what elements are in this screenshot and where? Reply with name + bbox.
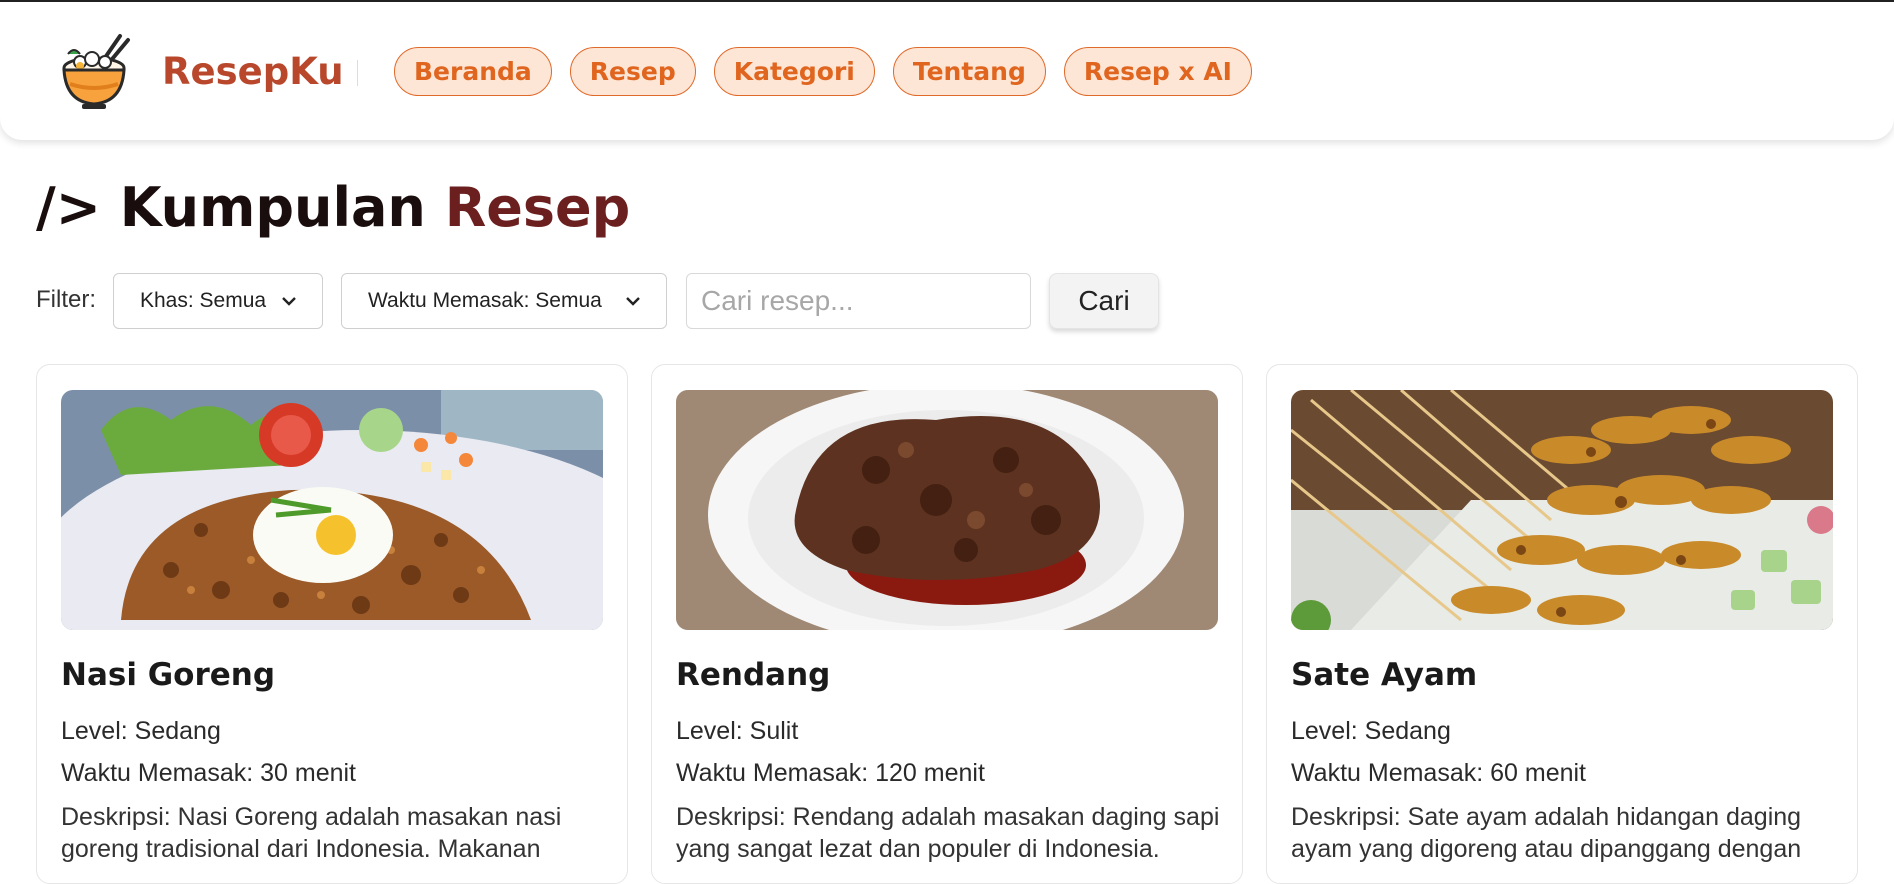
nav-resep-ai[interactable]: Resep x AI <box>1063 47 1252 96</box>
page-title: /> Kumpulan Resep <box>36 176 630 239</box>
chevron-down-icon <box>282 297 296 306</box>
fried-rice-photo[interactable] <box>61 390 603 630</box>
filter-label: Filter: <box>36 286 96 313</box>
rice-bowl-icon[interactable] <box>58 32 134 112</box>
recipe-description: Deskripsi: Rendang adalah masakan daging… <box>676 803 1220 863</box>
nav-beranda[interactable]: Beranda <box>394 47 552 96</box>
waktu-select[interactable]: Waktu Memasak: Semua <box>341 273 667 329</box>
page-title-prefix: /> Kumpulan <box>36 176 426 239</box>
recipe-description: Deskripsi: Nasi Goreng adalah masakan na… <box>61 803 562 863</box>
rendang-photo[interactable] <box>676 390 1218 630</box>
search-button[interactable]: Cari <box>1049 273 1159 329</box>
khas-select-value: Khas: Semua <box>140 289 267 312</box>
recipe-title[interactable]: Nasi Goreng <box>61 657 275 693</box>
chevron-down-icon <box>626 297 640 306</box>
recipe-description: Deskripsi: Sate ayam adalah hidangan dag… <box>1291 803 1802 863</box>
recipe-time: Waktu Memasak: 120 menit <box>676 759 985 787</box>
search-input[interactable] <box>686 273 1031 329</box>
main-nav: Beranda Resep Kategori Tentang Resep x A… <box>394 47 1252 96</box>
chicken-satay-photo[interactable] <box>1291 390 1833 630</box>
recipe-level: Level: Sedang <box>61 717 221 745</box>
nav-kategori[interactable]: Kategori <box>713 47 875 96</box>
header-divider <box>357 60 358 86</box>
recipe-card[interactable]: Nasi Goreng Level: Sedang Waktu Memasak:… <box>36 364 628 884</box>
brand-name[interactable]: ResepKu <box>162 50 344 93</box>
khas-select[interactable]: Khas: Semua <box>113 273 323 329</box>
recipe-level: Level: Sedang <box>1291 717 1451 745</box>
recipe-time: Waktu Memasak: 30 menit <box>61 759 357 787</box>
recipe-card[interactable]: Rendang Level: Sulit Waktu Memasak: 120 … <box>651 364 1243 884</box>
nav-resep[interactable]: Resep <box>569 47 696 96</box>
site-header: ResepKu Beranda Resep Kategori Tentang R… <box>0 2 1894 140</box>
recipe-time: Waktu Memasak: 60 menit <box>1291 759 1587 787</box>
nav-tentang[interactable]: Tentang <box>892 47 1046 96</box>
recipe-title[interactable]: Sate Ayam <box>1291 657 1477 693</box>
recipe-title[interactable]: Rendang <box>676 657 830 693</box>
recipe-level: Level: Sulit <box>676 717 799 745</box>
waktu-select-value: Waktu Memasak: Semua <box>368 289 602 312</box>
page-title-accent: Resep <box>444 176 631 239</box>
recipe-card[interactable]: Sate Ayam Level: Sedang Waktu Memasak: 6… <box>1266 364 1858 884</box>
